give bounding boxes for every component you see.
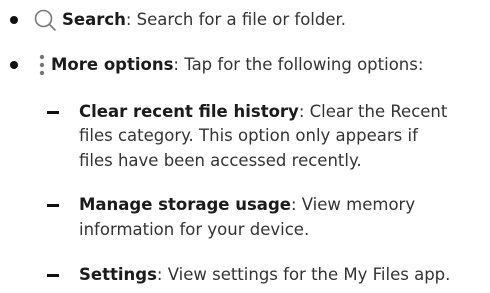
more-options-icon xyxy=(39,54,45,76)
clear-history-description-line: files category. This option only appears… xyxy=(79,126,418,145)
search-item: Search: Search for a file or folder. xyxy=(62,10,346,30)
search-icon xyxy=(34,9,56,31)
clear-history-description-line: files have been accessed recently. xyxy=(79,151,362,170)
settings-description: : View settings for the My Files app. xyxy=(156,265,451,284)
dash-marker xyxy=(47,274,59,277)
manage-storage-description: : View memory xyxy=(290,195,416,214)
more-options-item: More options: Tap for the following opti… xyxy=(51,55,423,75)
search-description: : Search for a file or folder. xyxy=(125,10,347,29)
settings-item: Settings: View settings for the My Files… xyxy=(79,265,450,285)
more-options-description: : Tap for the following options: xyxy=(173,55,424,74)
bullet-point xyxy=(10,61,18,69)
dash-marker xyxy=(47,111,59,114)
more-options-term: More options xyxy=(51,55,174,74)
dash-marker xyxy=(47,204,59,207)
clear-history-item: Clear recent file history: Clear the Rec… xyxy=(79,102,447,122)
manage-storage-description-line: information for your device. xyxy=(79,220,310,239)
bullet-point xyxy=(10,16,18,24)
settings-term: Settings xyxy=(79,265,157,284)
manage-storage-term: Manage storage usage xyxy=(79,195,291,214)
search-term: Search xyxy=(62,10,126,29)
document-page: Search: Search for a file or folder. Mor… xyxy=(0,0,490,293)
manage-storage-item: Manage storage usage: View memory xyxy=(79,195,415,215)
clear-history-term: Clear recent file history xyxy=(79,102,299,121)
clear-history-description: : Clear the Recent xyxy=(298,102,448,121)
